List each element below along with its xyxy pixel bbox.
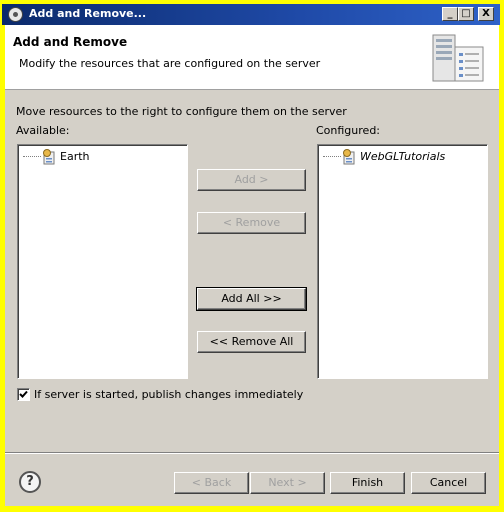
add-remove-dialog: Add and Remove... _ □ X Add and Remove M…: [0, 0, 504, 512]
tree-connector: [323, 156, 341, 157]
checkmark-icon: [19, 390, 28, 398]
configured-label: Configured:: [316, 124, 381, 137]
publish-checkbox[interactable]: [17, 388, 30, 401]
remove-button[interactable]: < Remove: [197, 212, 306, 234]
add-all-button[interactable]: Add All >>: [196, 287, 307, 311]
close-button[interactable]: X: [478, 7, 494, 21]
available-label: Available:: [16, 124, 70, 137]
tree-item-label: WebGLTutorials: [360, 150, 446, 163]
eclipse-icon: [8, 7, 23, 22]
add-button[interactable]: Add >: [197, 169, 306, 191]
back-button[interactable]: < Back: [174, 472, 249, 494]
cancel-button[interactable]: Cancel: [411, 472, 486, 494]
header-banner: Add and Remove Modify the resources that…: [5, 25, 499, 90]
available-list[interactable]: Earth: [17, 144, 188, 379]
instructions-text: Move resources to the right to configure…: [16, 105, 347, 118]
web-module-icon: [343, 149, 355, 165]
publish-checkbox-label: If server is started, publish changes im…: [34, 388, 304, 401]
next-button[interactable]: Next >: [250, 472, 325, 494]
server-config-icon: [432, 34, 484, 82]
tree-item-label: Earth: [60, 150, 90, 163]
page-description: Modify the resources that are configured…: [19, 57, 321, 70]
configured-list[interactable]: WebGLTutorials: [317, 144, 488, 379]
help-icon[interactable]: ?: [19, 471, 41, 493]
footer-separator: [5, 452, 499, 454]
dialog-client-area: Add and Remove Modify the resources that…: [5, 25, 499, 506]
remove-all-button[interactable]: << Remove All: [197, 331, 306, 353]
web-module-icon: [43, 149, 55, 165]
finish-button[interactable]: Finish: [330, 472, 405, 494]
maximize-button[interactable]: □: [458, 7, 474, 21]
window-title: Add and Remove...: [29, 7, 147, 20]
tree-connector: [23, 156, 41, 157]
minimize-button[interactable]: _: [442, 7, 458, 21]
page-title: Add and Remove: [13, 35, 128, 49]
title-bar[interactable]: Add and Remove... _ □ X: [2, 4, 500, 25]
